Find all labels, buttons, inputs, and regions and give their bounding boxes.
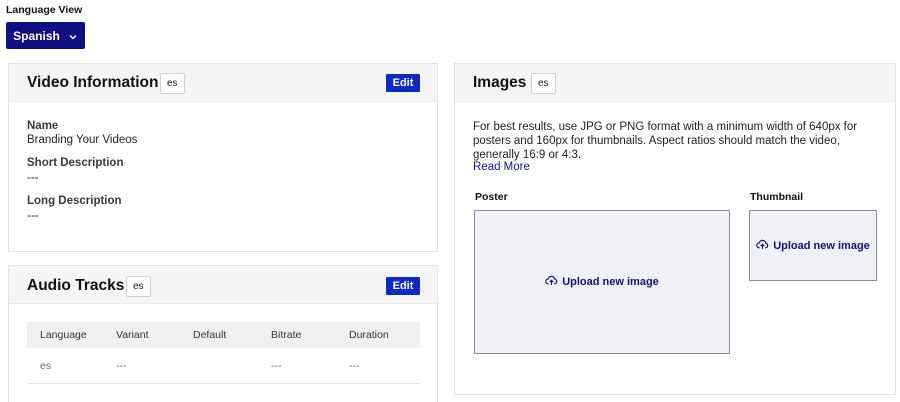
column-header-duration[interactable]: Duration bbox=[338, 329, 420, 341]
video-information-edit-button[interactable]: Edit bbox=[386, 74, 420, 92]
language-badge: es bbox=[160, 73, 185, 94]
field-label-long-description: Long Description bbox=[27, 195, 122, 207]
table-row: es --- --- --- bbox=[27, 348, 420, 384]
read-more-link[interactable]: Read More bbox=[473, 161, 530, 173]
thumbnail-upload-area[interactable]: Upload new image bbox=[749, 210, 877, 281]
audio-tracks-table: Language Variant Default Bitrate Duratio… bbox=[27, 322, 420, 384]
cloud-upload-icon bbox=[545, 274, 558, 290]
audio-tracks-edit-button[interactable]: Edit bbox=[386, 277, 420, 295]
poster-label: Poster bbox=[475, 191, 508, 203]
images-description: For best results, use JPG or PNG format … bbox=[473, 121, 858, 161]
page: Language View Spanish Video Information … bbox=[0, 0, 900, 402]
poster-upload-label: Upload new image bbox=[562, 276, 659, 288]
language-badge: es bbox=[126, 276, 151, 297]
audio-tracks-card: Audio Tracks es Edit Language Variant De… bbox=[8, 265, 438, 402]
video-information-header: Video Information es Edit bbox=[9, 64, 437, 102]
field-value-long-description: --- bbox=[27, 210, 39, 222]
table-cell: es bbox=[40, 359, 52, 372]
poster-upload-area[interactable]: Upload new image bbox=[474, 210, 730, 354]
table-cell: --- bbox=[116, 359, 127, 372]
column-header-language[interactable]: Language bbox=[27, 329, 103, 341]
audio-tracks-header: Audio Tracks es Edit bbox=[9, 266, 437, 304]
video-information-title: Video Information bbox=[27, 74, 159, 91]
audio-tracks-title: Audio Tracks bbox=[27, 277, 125, 294]
thumbnail-label: Thumbnail bbox=[750, 191, 804, 203]
images-card: Images es For best results, use JPG or P… bbox=[454, 63, 896, 395]
field-label-name: Name bbox=[27, 120, 59, 132]
field-value-name: Branding Your Videos bbox=[27, 134, 138, 146]
language-selected-value: Spanish bbox=[13, 28, 60, 43]
images-title: Images bbox=[473, 74, 527, 91]
images-header: Images es bbox=[455, 64, 895, 102]
field-value-short-description: --- bbox=[27, 172, 39, 184]
language-badge: es bbox=[531, 73, 556, 94]
column-header-variant[interactable]: Variant bbox=[103, 329, 182, 341]
chevron-down-icon bbox=[68, 31, 78, 41]
thumbnail-upload-label: Upload new image bbox=[773, 239, 870, 252]
table-header: Language Variant Default Bitrate Duratio… bbox=[27, 322, 420, 348]
table-cell: --- bbox=[271, 359, 282, 372]
field-label-short-description: Short Description bbox=[27, 157, 124, 169]
table-cell: --- bbox=[349, 359, 360, 372]
language-select-button[interactable]: Spanish bbox=[6, 22, 85, 49]
video-information-card: Video Information es Edit Name Branding … bbox=[8, 63, 438, 252]
language-view-label: Language View bbox=[6, 4, 83, 16]
column-header-default[interactable]: Default bbox=[182, 329, 260, 341]
column-header-bitrate[interactable]: Bitrate bbox=[260, 329, 338, 341]
cloud-upload-icon bbox=[756, 238, 769, 254]
